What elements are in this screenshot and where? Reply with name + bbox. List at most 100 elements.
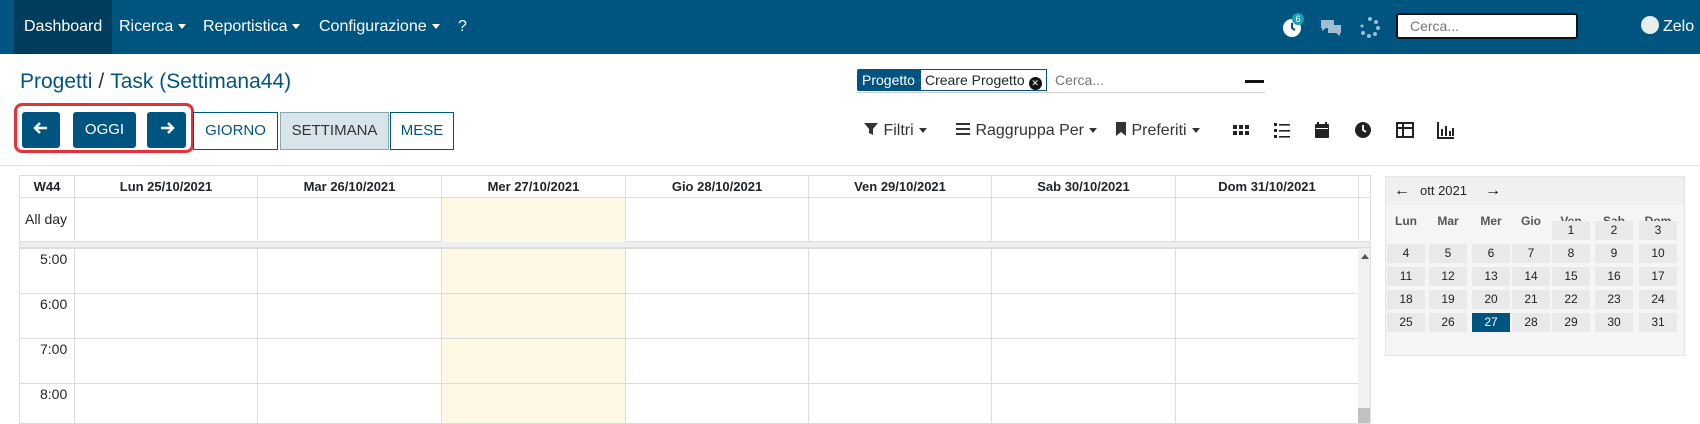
user-menu[interactable]: Zelo bbox=[1641, 16, 1694, 36]
mini-day[interactable]: 28 bbox=[1512, 313, 1550, 332]
mini-day[interactable]: 23 bbox=[1595, 290, 1633, 309]
mini-day[interactable]: 19 bbox=[1429, 290, 1467, 309]
day-header[interactable]: Sab 30/10/2021 bbox=[992, 176, 1176, 198]
calendar-header: W44 Lun 25/10/2021 Mar 26/10/2021 Mer 27… bbox=[20, 176, 1370, 198]
menu-ricerca-label: Ricerca bbox=[119, 18, 174, 35]
bookmark-icon bbox=[1116, 122, 1126, 136]
activity-badge: 6 bbox=[1292, 13, 1304, 25]
top-search-input[interactable] bbox=[1396, 13, 1578, 39]
day-column[interactable] bbox=[1176, 248, 1359, 423]
allday-cell[interactable] bbox=[626, 198, 809, 242]
today-button[interactable]: OGGI bbox=[73, 112, 136, 148]
week-calendar: W44 Lun 25/10/2021 Mar 26/10/2021 Mer 27… bbox=[19, 175, 1371, 424]
allday-cell[interactable] bbox=[809, 198, 992, 242]
day-header[interactable]: Gio 28/10/2021 bbox=[626, 176, 809, 198]
mini-day[interactable]: 10 bbox=[1639, 244, 1677, 263]
day-column[interactable] bbox=[992, 248, 1176, 423]
mini-day[interactable]: 20 bbox=[1472, 290, 1510, 309]
prev-button[interactable] bbox=[22, 112, 60, 148]
day-column[interactable] bbox=[626, 248, 809, 423]
day-header[interactable]: Dom 31/10/2021 bbox=[1176, 176, 1359, 198]
mini-day[interactable]: 8 bbox=[1552, 244, 1590, 263]
search-input[interactable] bbox=[1055, 69, 1235, 91]
chat-icon[interactable] bbox=[1319, 15, 1343, 39]
spinner-icon[interactable] bbox=[1358, 15, 1382, 39]
today-label: OGGI bbox=[84, 121, 125, 138]
mini-day[interactable]: 26 bbox=[1429, 313, 1467, 332]
allday-cell[interactable] bbox=[992, 198, 1176, 242]
day-column[interactable] bbox=[258, 248, 442, 423]
mini-prev-icon[interactable]: ← bbox=[1394, 182, 1410, 200]
mini-day[interactable]: 15 bbox=[1552, 267, 1590, 286]
next-button[interactable] bbox=[147, 112, 186, 148]
week-scale-button[interactable]: SETTIMANA bbox=[280, 112, 389, 150]
mini-day[interactable]: 7 bbox=[1512, 244, 1550, 263]
mini-day[interactable]: 9 bbox=[1595, 244, 1633, 263]
search-options-toggle[interactable] bbox=[1245, 80, 1264, 83]
groupby-dropdown[interactable]: Raggruppa Per bbox=[955, 121, 1097, 140]
allday-row: All day bbox=[20, 198, 1370, 242]
allday-cell[interactable] bbox=[1176, 198, 1359, 242]
scroll-up-icon[interactable] bbox=[1361, 254, 1369, 259]
mini-day[interactable]: 31 bbox=[1639, 313, 1677, 332]
day-header[interactable]: Mar 26/10/2021 bbox=[258, 176, 442, 198]
mini-day[interactable]: 6 bbox=[1472, 244, 1510, 263]
menu-reportistica[interactable]: Reportistica bbox=[203, 0, 301, 54]
mini-day[interactable]: 29 bbox=[1552, 313, 1590, 332]
mini-day[interactable]: 22 bbox=[1552, 290, 1590, 309]
day-label: GIORNO bbox=[205, 122, 266, 139]
pivot-icon[interactable] bbox=[1396, 121, 1414, 139]
time-grid[interactable]: 5:00 6:00 7:00 8:00 bbox=[20, 248, 1359, 423]
mini-day[interactable]: 16 bbox=[1595, 267, 1633, 286]
mini-day[interactable]: 3 bbox=[1639, 221, 1677, 240]
day-header[interactable]: Ven 29/10/2021 bbox=[809, 176, 992, 198]
mini-month-title: ott 2021 bbox=[1420, 183, 1467, 198]
bars-icon bbox=[956, 123, 970, 135]
favorites-label: Preferiti bbox=[1131, 122, 1187, 139]
day-header-today[interactable]: Mer 27/10/2021 bbox=[442, 176, 626, 198]
activity-icon[interactable] bbox=[1354, 121, 1372, 139]
scroll-thumb[interactable] bbox=[1358, 408, 1370, 423]
filters-dropdown[interactable]: Filtri bbox=[863, 121, 927, 140]
mini-day[interactable]: 11 bbox=[1387, 267, 1425, 286]
graph-icon[interactable] bbox=[1437, 121, 1455, 139]
breadcrumb-root[interactable]: Progetti bbox=[20, 70, 92, 93]
kanban-icon[interactable] bbox=[1232, 121, 1250, 139]
day-column[interactable] bbox=[75, 248, 258, 423]
list-icon[interactable] bbox=[1273, 121, 1291, 139]
day-scale-button[interactable]: GIORNO bbox=[193, 112, 278, 150]
allday-cell-today[interactable] bbox=[442, 198, 626, 242]
day-column[interactable] bbox=[809, 248, 992, 423]
divider bbox=[0, 165, 1700, 166]
mini-next-icon[interactable]: → bbox=[1485, 182, 1501, 200]
day-column-today[interactable] bbox=[442, 248, 626, 423]
mini-day[interactable]: 17 bbox=[1639, 267, 1677, 286]
mini-day[interactable]: 2 bbox=[1595, 221, 1633, 240]
allday-cell[interactable] bbox=[75, 198, 258, 242]
remove-facet-icon[interactable]: ✕ bbox=[1028, 77, 1042, 90]
menu-ricerca[interactable]: Ricerca bbox=[119, 0, 187, 54]
menu-help[interactable]: ? bbox=[458, 0, 467, 54]
caret-down-icon bbox=[1088, 128, 1097, 134]
weekday-label: Gio bbox=[1521, 214, 1541, 228]
allday-cell[interactable] bbox=[258, 198, 442, 242]
menu-dashboard[interactable]: Dashboard bbox=[14, 0, 113, 54]
mini-day[interactable]: 24 bbox=[1639, 290, 1677, 309]
mini-day[interactable]: 5 bbox=[1429, 244, 1467, 263]
menu-configurazione[interactable]: Configurazione bbox=[319, 0, 440, 54]
mini-day[interactable]: 12 bbox=[1429, 267, 1467, 286]
mini-day[interactable]: 25 bbox=[1387, 313, 1425, 332]
mini-day[interactable]: 1 bbox=[1552, 221, 1590, 240]
mini-day[interactable]: 18 bbox=[1387, 290, 1425, 309]
mini-day[interactable]: 14 bbox=[1512, 267, 1550, 286]
month-scale-button[interactable]: MESE bbox=[390, 112, 454, 150]
favorites-dropdown[interactable]: Preferiti bbox=[1115, 121, 1200, 140]
mini-day[interactable]: 13 bbox=[1472, 267, 1510, 286]
mini-day[interactable]: 30 bbox=[1595, 313, 1633, 332]
mini-day[interactable]: 21 bbox=[1512, 290, 1550, 309]
calendar-icon[interactable] bbox=[1313, 121, 1331, 139]
day-header[interactable]: Lun 25/10/2021 bbox=[75, 176, 258, 198]
mini-day-selected[interactable]: 27 bbox=[1472, 313, 1510, 332]
vertical-scrollbar[interactable] bbox=[1358, 248, 1370, 423]
mini-day[interactable]: 4 bbox=[1387, 244, 1425, 263]
